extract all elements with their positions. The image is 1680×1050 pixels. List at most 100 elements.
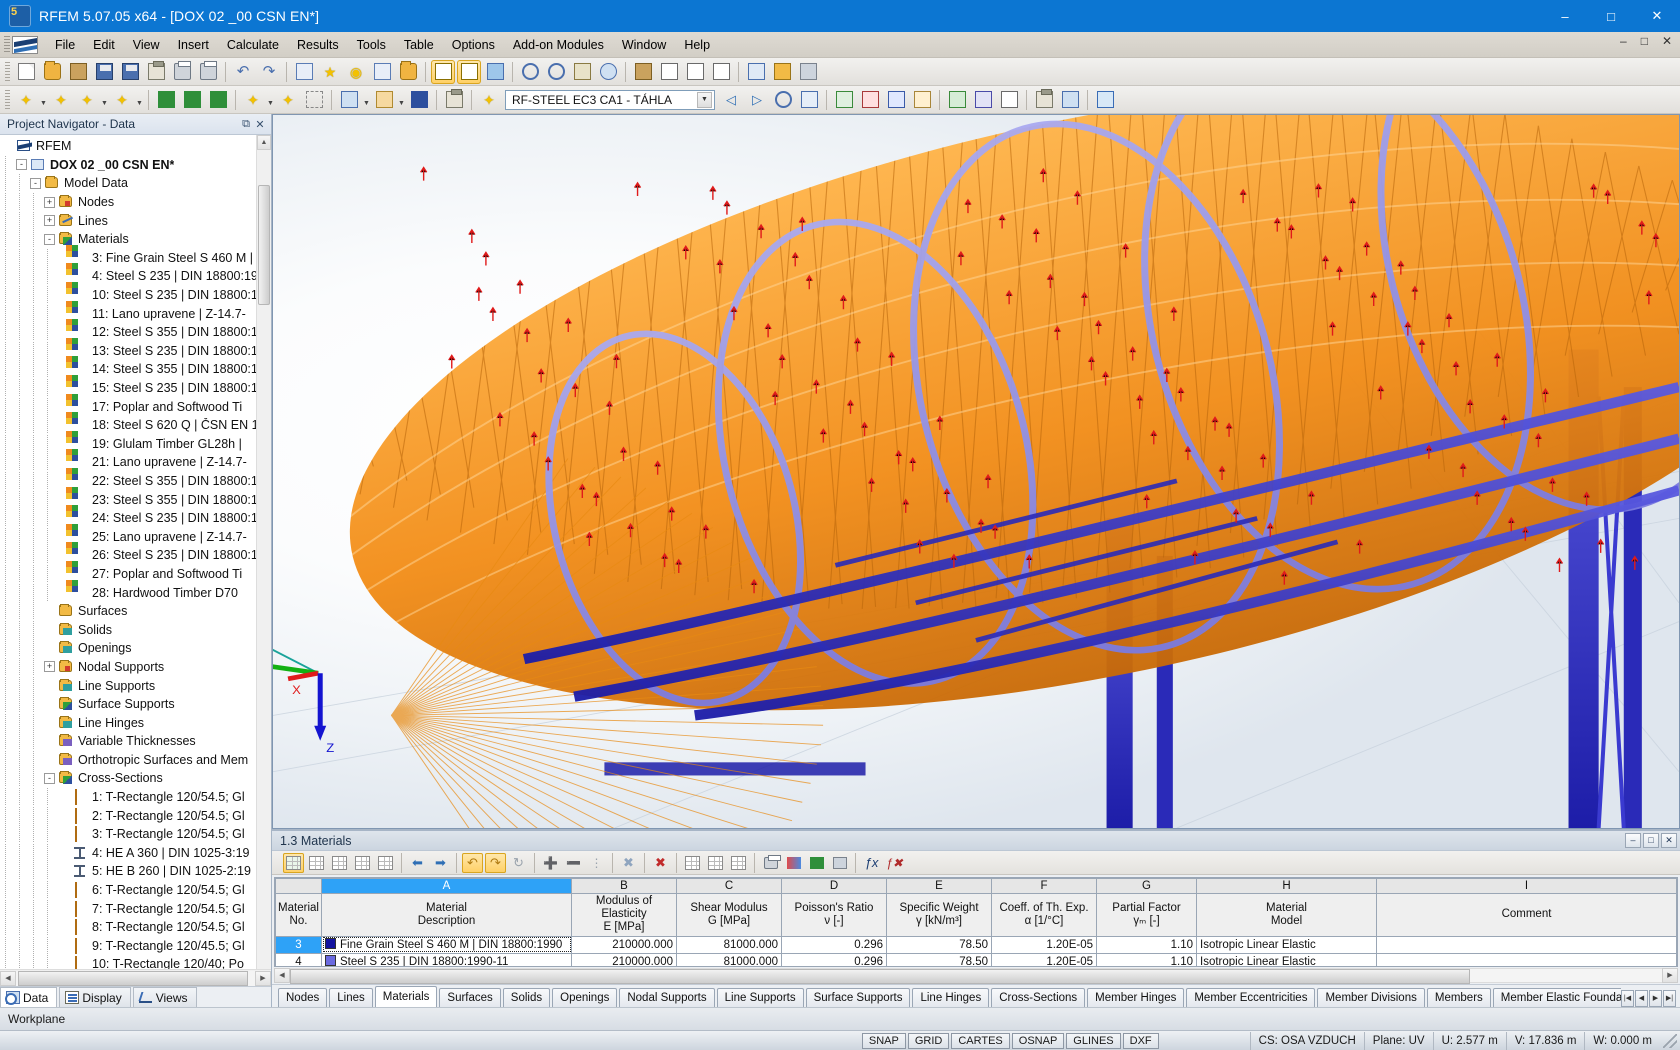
minimize-button[interactable]: – <box>1542 0 1588 32</box>
menu-addon-modules[interactable]: Add-on Modules <box>504 35 613 55</box>
table-calc-button[interactable] <box>829 853 850 873</box>
colhdr-b[interactable]: B <box>571 878 677 894</box>
edit-table-button[interactable] <box>283 852 304 873</box>
view-xy-button[interactable] <box>657 60 681 84</box>
new-member-button[interactable]: ✦ <box>75 88 99 112</box>
sheet-tab-surfaces[interactable]: Surfaces <box>439 988 501 1007</box>
results-value-button[interactable] <box>797 88 821 112</box>
model-tree[interactable]: RFEM - DOX 02 _00 CSN EN* - Model Data + Nodes… <box>0 135 256 969</box>
help-button[interactable] <box>1093 88 1117 112</box>
save-button[interactable] <box>118 60 142 84</box>
snap-toggle[interactable]: SNAP <box>861 1032 906 1049</box>
tree-item[interactable]: Orthotropic Surfaces and Mem <box>0 750 256 770</box>
tree-item[interactable]: 4: Steel S 235 | DIN 18800:19 <box>0 263 256 286</box>
tree-item[interactable]: 7: T-Rectangle 120/54.5; Gl <box>0 899 256 918</box>
menu-calculate[interactable]: Calculate <box>218 35 288 55</box>
cell-poissons-ratio[interactable]: 0.296 <box>781 952 887 966</box>
tree-item[interactable]: 13: Steel S 235 | DIN 18800:1 <box>0 337 256 361</box>
tree-item[interactable]: Surface Supports <box>0 695 256 714</box>
row-number[interactable]: 4 <box>275 952 322 966</box>
result-diagram-button[interactable] <box>971 88 995 112</box>
new-dimension-button[interactable]: ✦ <box>241 88 265 112</box>
cell-shear-modulus[interactable]: 81000.000 <box>676 952 782 966</box>
view-iso-button[interactable] <box>631 60 655 84</box>
open-model-button[interactable] <box>66 60 90 84</box>
expand-icon[interactable]: + <box>44 215 55 227</box>
new-file-button[interactable] <box>14 60 38 84</box>
show-navigator-button[interactable] <box>457 59 481 84</box>
open-file-button[interactable] <box>40 60 64 84</box>
mdi-minimize-button[interactable]: – <box>1616 34 1631 48</box>
load-case-dropdown-icon[interactable]: ▼ <box>362 88 371 112</box>
addon-module-combo[interactable]: RF-STEEL EC3 CA1 - TÁHLA ▼ <box>505 89 715 110</box>
tree-item[interactable]: Line Hinges <box>0 713 256 732</box>
tab-views[interactable]: Views <box>132 987 197 1007</box>
collapse-icon[interactable]: - <box>30 177 41 189</box>
table-hscroll-track[interactable] <box>290 968 1662 984</box>
navigator-horizontal-scrollbar[interactable]: ◀ ▶ <box>0 969 271 986</box>
sheet-tab-solids[interactable]: Solids <box>502 988 551 1007</box>
sheet-tab-nodal-supports[interactable]: Nodal Supports <box>619 988 715 1007</box>
print-report-button[interactable] <box>1032 88 1056 112</box>
menu-table[interactable]: Table <box>395 35 443 55</box>
add-row-button[interactable]: ➕ <box>540 853 561 873</box>
load-combo-dropdown-icon[interactable]: ▼ <box>397 88 406 112</box>
menu-window[interactable]: Window <box>613 35 675 55</box>
rotate-view-button[interactable] <box>596 60 620 84</box>
materials-table-scroll[interactable]: A B C D E F G H I Material No. Material … <box>274 877 1678 967</box>
menu-help[interactable]: Help <box>675 35 719 55</box>
table-row[interactable]: 4 Steel S 235 | DIN 18800:1990-11 210000.0… <box>275 952 1677 966</box>
tree-item[interactable]: 10: T-Rectangle 120/40; Po <box>0 955 256 969</box>
first-sheet-button[interactable]: |◀ <box>1621 990 1634 1007</box>
tree-item[interactable]: 22: Steel S 355 | DIN 18800:1 <box>0 467 256 491</box>
next-case-button[interactable]: ▷ <box>745 88 769 112</box>
scroll-right-icon[interactable]: ▶ <box>255 970 271 986</box>
addon-modules-button[interactable] <box>442 88 466 112</box>
colhdr-e[interactable]: E <box>886 878 992 894</box>
tree-item[interactable]: 12: Steel S 355 | DIN 18800:1 <box>0 319 256 342</box>
table-row[interactable]: 3 Fine Grain Steel S 460 M | DIN 18800:19… <box>275 935 1677 954</box>
table-close-button[interactable]: ✕ <box>1661 833 1677 848</box>
expand-icon[interactable]: + <box>44 661 55 673</box>
tree-item[interactable]: 15: Steel S 235 | DIN 18800:1 <box>0 375 256 398</box>
collapse-icon[interactable]: - <box>16 159 27 171</box>
cell-description[interactable]: Steel S 235 | DIN 18800:1990-11 <box>321 952 572 966</box>
table-refresh-button[interactable]: ↻ <box>508 853 529 873</box>
shear-force-button[interactable] <box>884 88 908 112</box>
colhdr-g[interactable]: G <box>1096 878 1197 894</box>
tree-item[interactable]: 24: Steel S 235 | DIN 18800:1 <box>0 505 256 528</box>
view-yz-button[interactable] <box>709 60 733 84</box>
menu-options[interactable]: Options <box>443 35 504 55</box>
view-xz-button[interactable] <box>683 60 707 84</box>
prev-sheet-button[interactable]: ◀ <box>1635 990 1648 1007</box>
menu-tools[interactable]: Tools <box>348 35 395 55</box>
select-objects-button[interactable] <box>292 60 316 84</box>
table-export-button[interactable] <box>728 853 749 873</box>
tree-item[interactable]: 8: T-Rectangle 120/54.5; Gl <box>0 918 256 937</box>
tab-display[interactable]: Display <box>59 987 131 1007</box>
new-load-case-button[interactable] <box>337 88 361 112</box>
tree-item[interactable]: - Cross-Sections <box>0 769 256 788</box>
tree-item[interactable]: 27: Poplar and Softwood Ti <box>0 560 256 584</box>
formula-clear-button[interactable]: ƒ✖ <box>884 853 905 873</box>
new-member-dropdown-icon[interactable]: ▼ <box>100 88 109 112</box>
cell-partial-factor[interactable]: 1.10 <box>1096 935 1197 954</box>
clear-cells-button[interactable]: ✖ <box>618 853 639 873</box>
new-node-button[interactable]: ✦ <box>14 88 38 112</box>
new-dimension-dropdown-icon[interactable]: ▼ <box>266 88 275 112</box>
tree-item[interactable]: 25: Lano upravene | Z-14.7- <box>0 523 256 546</box>
import-button[interactable] <box>92 60 116 84</box>
menu-results[interactable]: Results <box>288 35 348 55</box>
new-line-support-button[interactable] <box>180 88 204 112</box>
deformation-button[interactable] <box>832 88 856 112</box>
module-start-button[interactable]: ✦ <box>477 88 501 112</box>
tree-item[interactable]: 1: T-Rectangle 120/54.5; Gl <box>0 788 256 807</box>
tree-item[interactable]: 21: Lano upravene | Z-14.7- <box>0 449 256 472</box>
surface-results-button[interactable] <box>945 88 969 112</box>
select-special-button[interactable]: ★ <box>318 60 342 84</box>
tree-item[interactable]: 23: Steel S 355 | DIN 18800:1 <box>0 486 256 509</box>
tree-item[interactable]: 2: T-Rectangle 120/54.5; Gl <box>0 806 256 825</box>
scroll-left-icon[interactable]: ◀ <box>0 970 16 986</box>
tree-item[interactable]: 9: T-Rectangle 120/45.5; Gl <box>0 936 256 956</box>
undo-button[interactable]: ↶ <box>231 60 255 84</box>
